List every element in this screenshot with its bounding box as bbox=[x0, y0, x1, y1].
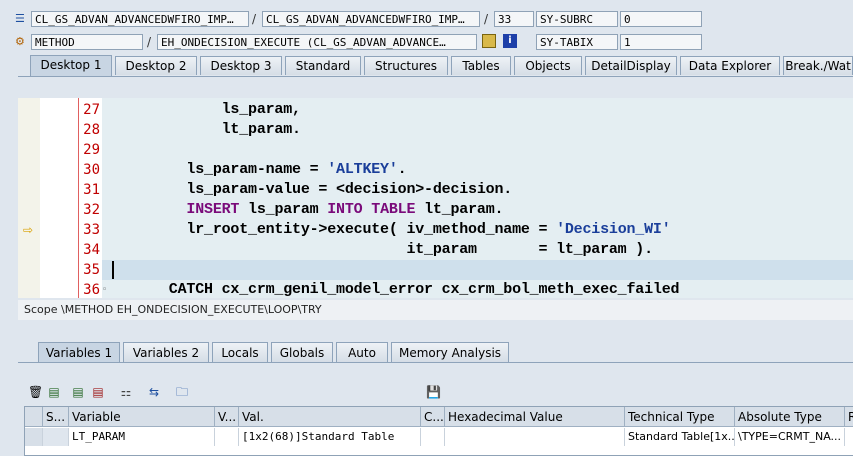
delete-icon[interactable]: 🗑 bbox=[28, 385, 43, 399]
folder-icon[interactable]: 🗀 bbox=[175, 385, 189, 399]
tab-auto[interactable]: Auto bbox=[336, 342, 388, 362]
separator: / bbox=[484, 12, 489, 26]
code-line: it_param = lt_param ). bbox=[116, 241, 653, 258]
column-header-absolute-type[interactable]: Absolute Type bbox=[735, 407, 845, 427]
tab-structures[interactable]: Structures bbox=[364, 56, 448, 75]
column-header-technical-type[interactable]: Technical Type bbox=[625, 407, 735, 427]
sysvar-label-2[interactable]: SY-TABIX bbox=[536, 34, 618, 50]
sysvar-value-1[interactable]: 0 bbox=[620, 11, 702, 27]
column-header-r[interactable]: R bbox=[845, 407, 853, 427]
sysvar-value-2[interactable]: 1 bbox=[620, 34, 702, 50]
delete-row-icon[interactable]: ▤ bbox=[91, 385, 105, 399]
line-number: 30 bbox=[83, 162, 100, 178]
sysvar-label-1[interactable]: SY-SUBRC bbox=[536, 11, 618, 27]
column-header-c[interactable]: C... bbox=[421, 407, 445, 427]
table-row-hex[interactable] bbox=[445, 428, 625, 446]
tab-globals[interactable]: Globals bbox=[271, 342, 333, 362]
block-marker: ◦ bbox=[102, 285, 108, 295]
line-number: 34 bbox=[83, 242, 100, 258]
line-number: 33 bbox=[83, 222, 100, 238]
current-line-arrow-icon: ⇨ bbox=[23, 223, 34, 237]
line-number: 27 bbox=[83, 102, 100, 118]
row-selector-header bbox=[25, 407, 43, 427]
type-field[interactable]: METHOD bbox=[31, 34, 143, 50]
tab-standard[interactable]: Standard bbox=[285, 56, 361, 75]
save-icon[interactable]: 💾 bbox=[426, 385, 441, 399]
variable-panel-border bbox=[18, 362, 853, 363]
method-icon: ⚙ bbox=[15, 35, 25, 48]
text-cursor bbox=[112, 261, 114, 279]
insert-all-icon[interactable]: ▤ bbox=[71, 385, 85, 399]
transfer-icon[interactable]: ⇆ bbox=[147, 385, 161, 399]
code-line: ls_param-value = <decision>-decision. bbox=[116, 181, 513, 198]
cursor-line-highlight bbox=[102, 260, 853, 280]
desktop-tabs: Desktop 1 Desktop 2 Desktop 3 Standard S… bbox=[18, 55, 853, 76]
line-number: 32 bbox=[83, 202, 100, 218]
row-selector[interactable] bbox=[25, 428, 43, 446]
tab-objects[interactable]: Objects bbox=[514, 56, 582, 75]
tab-detail-display[interactable]: DetailDisplay bbox=[585, 56, 677, 75]
tab-breakpoints-watchpoints[interactable]: Break./Wat bbox=[783, 56, 853, 75]
event-field[interactable]: EH_ONDECISION_EXECUTE (CL_GS_ADVAN_ADVAN… bbox=[157, 34, 477, 50]
scope-status: Scope \METHOD EH_ONDECISION_EXECUTE\LOOP… bbox=[18, 300, 853, 320]
table-row-absolute-type: \TYPE=CRMT_NA... bbox=[735, 428, 845, 446]
code-line: ls_param-name = 'ALTKEY'. bbox=[116, 161, 407, 178]
column-header-variable[interactable]: Variable bbox=[69, 407, 215, 427]
column-header-value[interactable]: Val. bbox=[239, 407, 421, 427]
include-field[interactable]: CL_GS_ADVAN_ADVANCEDWFIRO_IMP… bbox=[262, 11, 480, 27]
line-field[interactable]: 33 bbox=[494, 11, 534, 27]
line-number: 31 bbox=[83, 182, 100, 198]
code-line: ls_param, bbox=[116, 101, 301, 118]
code-line: INSERT ls_param INTO TABLE lt_param. bbox=[186, 201, 504, 218]
line-number: 36 bbox=[83, 282, 100, 298]
program-icon: ☰ bbox=[15, 12, 25, 25]
line-number: 35 bbox=[83, 262, 100, 278]
separator: / bbox=[252, 12, 257, 26]
table-row-status bbox=[43, 428, 69, 446]
tab-memory-analysis[interactable]: Memory Analysis bbox=[391, 342, 509, 362]
table-row-v[interactable] bbox=[215, 428, 239, 446]
insert-row-icon[interactable]: ▤ bbox=[47, 385, 61, 399]
column-header-status[interactable]: S... bbox=[43, 407, 69, 427]
line-number: 28 bbox=[83, 122, 100, 138]
program-field[interactable]: CL_GS_ADVAN_ADVANCEDWFIRO_IMP… bbox=[31, 11, 249, 27]
code-line: CATCH cx_crm_genil_model_error cx_crm_bo… bbox=[116, 281, 680, 298]
line-number: 29 bbox=[83, 142, 100, 158]
tab-desktop-1[interactable]: Desktop 1 bbox=[30, 55, 112, 76]
tab-panel-border bbox=[18, 76, 853, 77]
tab-variables-2[interactable]: Variables 2 bbox=[123, 342, 209, 362]
tab-locals[interactable]: Locals bbox=[212, 342, 268, 362]
code-line: lr_root_entity->execute( iv_method_name … bbox=[116, 221, 671, 238]
table-row-c[interactable] bbox=[421, 428, 445, 446]
display-icon[interactable] bbox=[482, 34, 496, 48]
info-icon[interactable]: i bbox=[503, 34, 517, 48]
tab-tables[interactable]: Tables bbox=[451, 56, 511, 75]
separator: / bbox=[147, 35, 152, 49]
code-line: lt_param. bbox=[116, 121, 301, 138]
table-row-value[interactable]: [1x2(68)]Standard Table bbox=[239, 428, 421, 446]
column-header-v[interactable]: V... bbox=[215, 407, 239, 427]
table-row-variable[interactable]: LT_PARAM bbox=[69, 428, 215, 446]
tab-data-explorer[interactable]: Data Explorer bbox=[680, 56, 780, 75]
column-header-hex[interactable]: Hexadecimal Value bbox=[445, 407, 625, 427]
variables-grid: S... Variable V... Val. C... Hexadecimal… bbox=[24, 406, 853, 456]
source-code-editor[interactable]: ⇨ ◦ 27 28 29 30 31 32 33 34 35 36 ls_par… bbox=[18, 98, 853, 298]
table-row-technical-type: Standard Table[1x... bbox=[625, 428, 735, 446]
tab-variables-1[interactable]: Variables 1 bbox=[38, 342, 120, 362]
tab-desktop-3[interactable]: Desktop 3 bbox=[200, 56, 282, 75]
breakpoint-gutter[interactable] bbox=[18, 98, 40, 298]
tab-desktop-2[interactable]: Desktop 2 bbox=[115, 56, 197, 75]
hierarchy-icon[interactable]: ⚏ bbox=[119, 385, 133, 399]
